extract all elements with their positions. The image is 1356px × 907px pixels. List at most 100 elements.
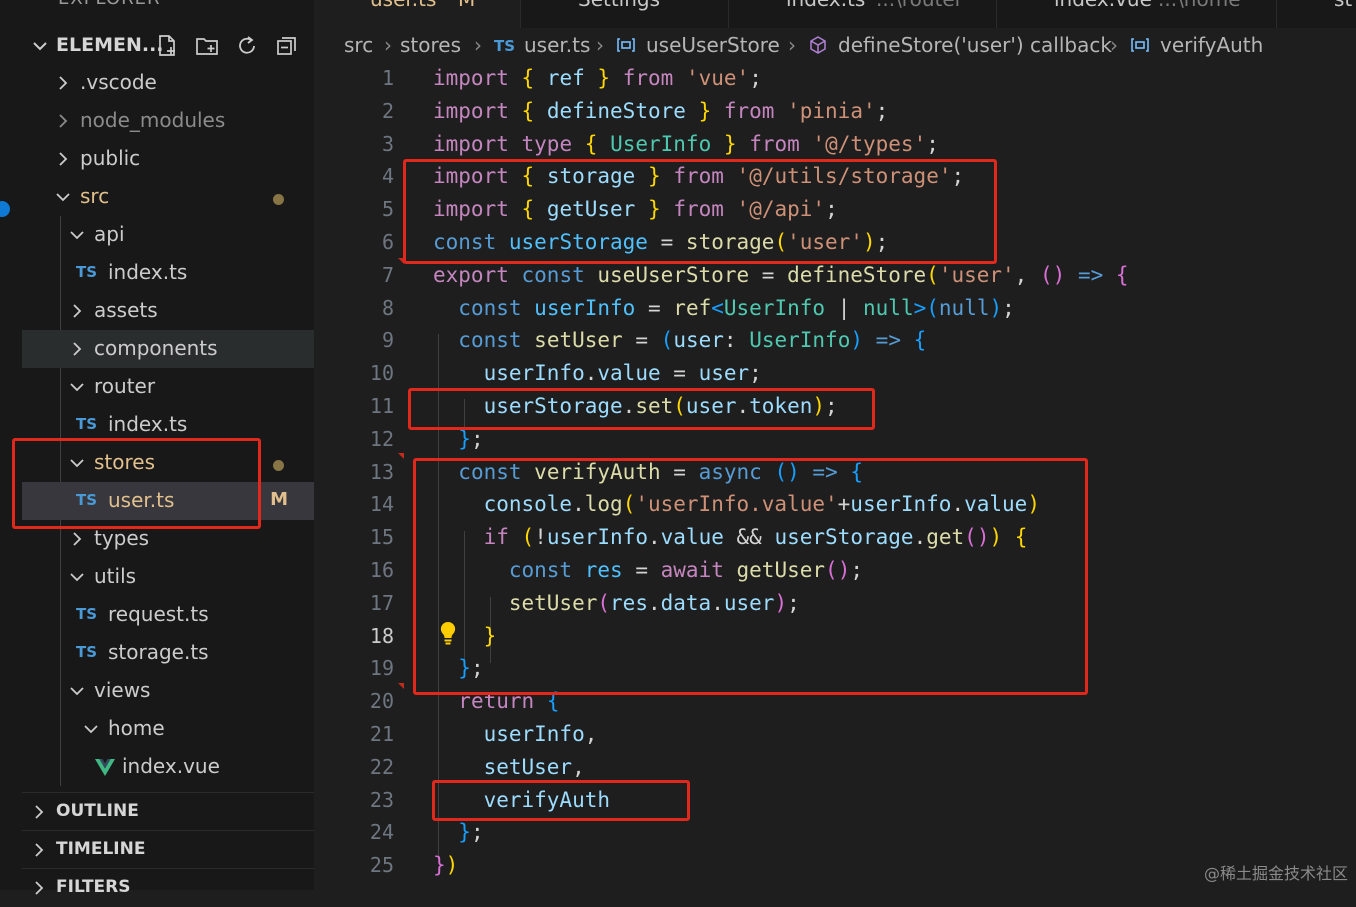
tab-router-index[interactable]: index.ts ...\router — [730, 0, 997, 28]
token: ; — [926, 131, 939, 156]
project-header[interactable]: ELEMEN... — [22, 28, 314, 64]
tab-path-hint: ...\home — [1158, 0, 1241, 11]
token: ; — [749, 361, 762, 386]
tree-label: assets — [94, 298, 158, 322]
section-label: TIMELINE — [56, 839, 146, 859]
token: null — [863, 295, 914, 320]
token: const — [458, 295, 522, 320]
token: { — [913, 328, 927, 353]
tree-file-storage-ts[interactable]: TS storage.ts — [22, 634, 314, 672]
tree-folder-api[interactable]: api — [22, 216, 314, 254]
git-modified-badge: M — [270, 489, 288, 510]
tab-modified-badge: M — [458, 0, 475, 11]
breadcrumb-file[interactable]: user.ts — [524, 33, 590, 57]
tree-folder-utils[interactable]: utils — [22, 558, 314, 596]
line-number: 25 — [369, 853, 394, 878]
code-line-10: userInfo.value = user; — [433, 357, 762, 390]
new-folder-icon[interactable] — [194, 33, 220, 59]
section-label: FILTERS — [56, 877, 131, 897]
token: => — [875, 328, 901, 353]
breadcrumb-separator: › — [788, 33, 796, 57]
token: 'user' — [938, 262, 1015, 287]
breadcrumb-stores[interactable]: stores — [400, 33, 461, 57]
tree-label: .vscode — [80, 70, 157, 94]
tree-label: utils — [94, 564, 137, 588]
breadcrumb-callback[interactable]: defineStore('user') callback — [838, 33, 1112, 57]
token: from — [749, 131, 800, 156]
line-number: 17 — [369, 590, 394, 615]
line-number: 1 — [381, 66, 394, 90]
breadcrumb-src[interactable]: src — [344, 33, 373, 57]
tree-folder-public[interactable]: public — [22, 140, 314, 178]
annotation-box-verify-auth — [413, 458, 1088, 695]
method-cube-icon — [810, 36, 826, 54]
tab-label: st — [1334, 0, 1352, 11]
token: import — [433, 66, 509, 90]
code-line-24: }; — [433, 816, 483, 849]
token: userInfo — [483, 361, 585, 386]
token: ref — [546, 66, 585, 90]
token: } — [458, 820, 471, 845]
tree-label: components — [94, 336, 218, 360]
token: ; — [749, 66, 762, 90]
outline-section[interactable]: OUTLINE — [22, 792, 314, 831]
tree-label: index.vue — [122, 754, 220, 778]
token: } — [458, 426, 471, 451]
tree-file-api-index-ts[interactable]: TS index.ts — [22, 254, 314, 292]
token: ; — [1002, 295, 1015, 320]
breadcrumb-symbol[interactable]: verifyAuth — [1160, 33, 1263, 57]
breadcrumb-hook[interactable]: useUserStore — [646, 33, 780, 57]
token: UserInfo — [749, 328, 851, 353]
tab-user-ts[interactable]: user.ts M — [314, 0, 521, 28]
tree-folder-node-modules[interactable]: node_modules — [22, 102, 314, 140]
tree-folder-router[interactable]: router — [22, 368, 314, 406]
tab-settings[interactable]: Settings — [522, 0, 729, 28]
token: { — [1115, 262, 1129, 287]
token: ( — [1039, 262, 1053, 287]
timeline-section[interactable]: TIMELINE — [22, 830, 314, 869]
token: { — [521, 98, 535, 123]
tree-folder-assets[interactable]: assets — [22, 292, 314, 330]
tree-folder-src[interactable]: src — [22, 178, 314, 216]
collapse-all-icon[interactable] — [274, 33, 300, 59]
code-line-21: userInfo, — [433, 718, 598, 751]
project-title: ELEMEN... — [56, 34, 164, 56]
annotation-box-return-verify — [432, 780, 690, 821]
line-number: 5 — [381, 197, 394, 222]
modified-dot — [273, 460, 284, 471]
code-line-2: import { defineStore } from 'pinia'; — [433, 95, 888, 128]
tree-label: home — [108, 716, 165, 740]
line-number: 10 — [369, 361, 394, 386]
line-number: 7 — [381, 262, 394, 287]
tab-home-index-vue[interactable]: index.vue ...\home — [998, 0, 1277, 28]
token: : — [723, 328, 737, 353]
breadcrumb-separator: › — [596, 33, 604, 57]
typescript-icon: TS — [76, 415, 98, 433]
chevron-right-icon — [73, 342, 82, 356]
tree-label: index.ts — [108, 260, 188, 284]
chevron-right-icon — [35, 805, 44, 819]
new-file-icon[interactable] — [154, 33, 180, 59]
tree-folder-vscode[interactable]: .vscode — [22, 64, 314, 102]
token: const — [521, 262, 585, 287]
filters-section[interactable]: FILTERS — [22, 868, 314, 907]
token: = — [647, 295, 661, 320]
refresh-icon[interactable] — [234, 33, 260, 59]
chevron-down-icon — [70, 687, 84, 696]
chevron-right-icon — [59, 152, 68, 166]
token: , — [572, 754, 585, 779]
tree-folder-components[interactable]: components — [22, 330, 314, 368]
token: import — [433, 131, 509, 156]
line-number: 2 — [381, 98, 394, 123]
tab-overflow[interactable]: st — [1278, 0, 1356, 28]
token: '@/types' — [812, 131, 927, 156]
typescript-icon: TS — [494, 37, 516, 55]
tree-label: views — [94, 678, 151, 702]
tree-file-index-vue[interactable]: index.vue — [22, 748, 314, 786]
tree-folder-views[interactable]: views — [22, 672, 314, 710]
tree-folder-home[interactable]: home — [22, 710, 314, 748]
token: ref — [673, 295, 712, 320]
tree-file-request-ts[interactable]: TS request.ts — [22, 596, 314, 634]
line-number: 6 — [381, 230, 394, 254]
chevron-down-icon — [84, 725, 98, 734]
